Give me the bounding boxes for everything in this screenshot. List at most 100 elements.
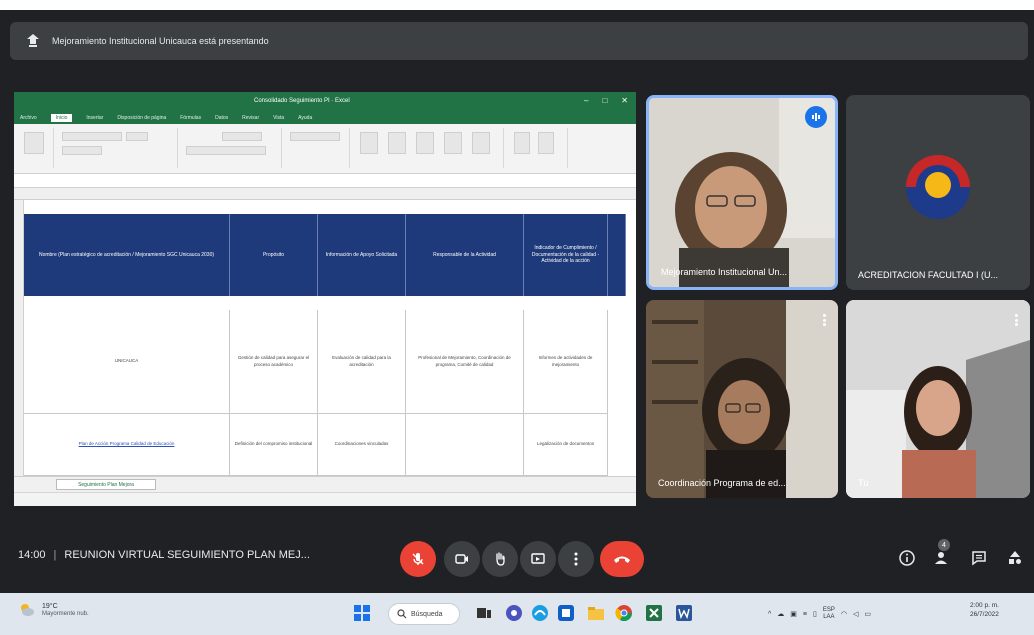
menu-revisar[interactable]: Revisar	[242, 115, 259, 121]
table-cell-link[interactable]: Plan de Acción Programa Calidad de Educa…	[24, 414, 230, 476]
participant-tile[interactable]: ACREDITACION FACULTAD I (U...	[846, 95, 1030, 290]
table-cell[interactable]: UNICAUCA	[24, 310, 230, 414]
volume-icon[interactable]: ◁	[853, 610, 858, 618]
close-icon[interactable]: ✕	[621, 96, 628, 105]
menu-archivo[interactable]: Archivo	[20, 115, 37, 121]
chrome-icon[interactable]	[614, 603, 634, 623]
participant-name: Tú	[858, 478, 869, 488]
table-header-cell	[608, 214, 626, 296]
font-size-select[interactable]	[126, 132, 148, 141]
cell-styles-button[interactable]	[416, 132, 434, 154]
excel-app-icon[interactable]	[644, 603, 664, 623]
info-icon	[899, 550, 915, 566]
font-select[interactable]	[62, 132, 122, 141]
microphone-toggle-button[interactable]	[400, 541, 436, 577]
table-cell[interactable]: Evaluación de calidad para la acreditaci…	[318, 310, 406, 414]
participants-button[interactable]: 4	[928, 539, 954, 571]
screen: Mejoramiento Institucional Unicauca está…	[0, 0, 1034, 635]
table-cell[interactable]: Coordinaciones vinculadas	[318, 414, 406, 476]
top-edge	[0, 0, 1034, 10]
raise-hand-button[interactable]	[482, 541, 518, 577]
conditional-format-button[interactable]	[360, 132, 378, 154]
editing-group	[508, 128, 568, 168]
window-controls: – □ ✕	[584, 96, 628, 105]
excel-title: Consolidado Seguimiento PI · Excel	[254, 98, 350, 104]
wifi-icon[interactable]: ◠	[841, 610, 847, 618]
find-select-button[interactable]	[538, 132, 554, 154]
activities-icon	[1009, 551, 1021, 564]
menu-datos[interactable]: Datos	[215, 115, 228, 121]
camera-toggle-button[interactable]	[444, 541, 480, 577]
mic-off-icon	[412, 553, 424, 565]
windows-start-icon[interactable]	[352, 603, 372, 623]
table-cell[interactable]: Profesional de Mejoramiento, Coordinació…	[406, 310, 524, 414]
alignment-group	[182, 128, 282, 168]
insert-cells-button[interactable]	[444, 132, 462, 154]
word-app-icon[interactable]	[674, 603, 694, 623]
presenter-text: Mejoramiento Institucional Unicauca está…	[52, 36, 269, 46]
table-cell[interactable]	[406, 414, 524, 476]
participant-tile[interactable]: Mejoramiento Institucional Un...	[646, 95, 838, 290]
search-icon	[397, 609, 407, 619]
battery-icon[interactable]: ▯	[813, 610, 817, 618]
store-icon[interactable]	[556, 603, 576, 623]
edge-browser-icon[interactable]	[530, 603, 550, 623]
table-cell[interactable]: Definición del compromiso institucional	[230, 414, 318, 476]
table-cell[interactable]: Gestión de calidad para asegurar el proc…	[230, 310, 318, 414]
table-cell[interactable]: Informes de actividades de mejoramiento	[524, 310, 608, 414]
more-options-button[interactable]	[558, 541, 594, 577]
minimize-icon[interactable]: –	[584, 96, 588, 105]
weather-condition: Mayormente nub.	[42, 611, 89, 618]
excel-menu: Archivo Inicio Insertar Disposición de p…	[14, 112, 636, 124]
file-explorer-icon[interactable]	[586, 603, 606, 623]
menu-insertar[interactable]: Insertar	[86, 115, 103, 121]
number-format-select[interactable]	[290, 132, 340, 141]
activities-button[interactable]	[1002, 545, 1028, 571]
sheet-tab[interactable]: Seguimiento Plan Mejora	[56, 479, 156, 490]
taskbar-search[interactable]: Búsqueda	[388, 603, 460, 625]
more-options-icon[interactable]	[822, 314, 826, 326]
weather-widget[interactable]: 19°C Mayormente nub.	[18, 601, 89, 619]
font-group	[58, 128, 178, 168]
participant-tile[interactable]: Tú	[846, 300, 1030, 498]
sort-filter-button[interactable]	[514, 132, 530, 154]
excel-ribbon	[14, 124, 636, 174]
cloud-icon[interactable]: ☁	[777, 610, 784, 618]
format-table-button[interactable]	[388, 132, 406, 154]
separator: |	[53, 549, 57, 561]
merge-button[interactable]	[186, 146, 266, 155]
teams-icon[interactable]	[504, 603, 524, 623]
wrap-text-button[interactable]	[222, 132, 262, 141]
menu-inicio[interactable]: Inicio	[50, 114, 73, 122]
battery-status-icon[interactable]: ▭	[864, 610, 871, 618]
menu-ayuda[interactable]: Ayuda	[298, 115, 312, 121]
hang-up-icon	[614, 556, 630, 563]
participant-tile[interactable]: Coordinación Programa de ed...	[646, 300, 838, 498]
tray-overflow-icon[interactable]: ^	[768, 611, 771, 618]
people-icon	[935, 552, 947, 564]
search-placeholder: Búsqueda	[411, 610, 443, 618]
network-tray-icon[interactable]: ≡	[803, 611, 807, 618]
table-cell[interactable]: Legalización de documentos	[524, 414, 608, 476]
meeting-details-button[interactable]	[894, 545, 920, 571]
menu-vista[interactable]: Vista	[273, 115, 284, 121]
leave-call-button[interactable]	[600, 541, 644, 577]
task-view-icon[interactable]	[474, 603, 494, 623]
menu-formulas[interactable]: Fórmulas	[180, 115, 201, 121]
present-now-button[interactable]	[520, 541, 556, 577]
chat-button[interactable]	[966, 545, 992, 571]
paste-button[interactable]	[24, 132, 44, 154]
table-header-cell: Responsable de la Actividad	[406, 214, 524, 296]
formula-bar[interactable]	[14, 174, 636, 188]
maximize-icon[interactable]: □	[602, 96, 607, 105]
taskbar-clock[interactable]: 2:00 p. m. 26/7/2022	[970, 601, 999, 619]
font-style-buttons[interactable]	[62, 146, 102, 155]
more-vertical-icon	[574, 552, 578, 566]
more-options-icon[interactable]	[1014, 314, 1018, 326]
participant-video	[846, 300, 1030, 498]
menu-disposicion[interactable]: Disposición de página	[117, 115, 166, 121]
language-indicator[interactable]: ESP LAA	[823, 607, 835, 621]
meet-tray-icon[interactable]: ▣	[790, 610, 797, 618]
delete-cells-button[interactable]	[472, 132, 490, 154]
table-header-cell: Propósito	[230, 214, 318, 296]
